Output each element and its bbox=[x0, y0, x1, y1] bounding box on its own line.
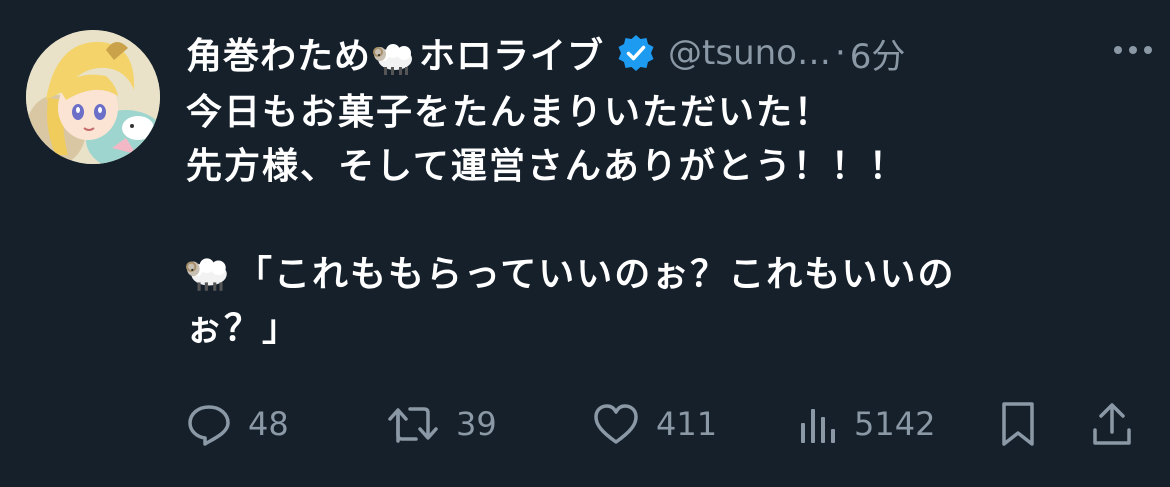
verified-badge-icon bbox=[618, 35, 654, 71]
author-name-part1: 角巻わため bbox=[186, 36, 372, 77]
tweet-text-line-4: 「これももらっていいのぉ？これもいいの bbox=[236, 254, 956, 295]
reply-button[interactable]: 48 bbox=[186, 398, 289, 450]
views-count: 5142 bbox=[854, 405, 936, 443]
tweet-text: 今日もお菓子をたんまりいただいた！ 先方様、そして運営さんありがとう！！！ 「こ… bbox=[186, 86, 1146, 356]
like-icon bbox=[594, 404, 638, 444]
reply-count: 48 bbox=[248, 405, 289, 443]
reply-icon bbox=[188, 405, 230, 446]
views-button[interactable]: 5142 bbox=[798, 398, 935, 450]
share-button[interactable] bbox=[1090, 398, 1134, 450]
avatar[interactable] bbox=[26, 30, 160, 164]
author-name-part2: ホロライブ bbox=[419, 36, 605, 77]
views-icon bbox=[801, 409, 835, 443]
sheep-emoji-icon bbox=[186, 258, 227, 291]
avatar-illustration bbox=[26, 30, 160, 164]
tweet-text-line-3 bbox=[186, 194, 1146, 248]
tweet-text-line-2: 先方様、そして運営さんありがとう！！！ bbox=[186, 146, 907, 187]
tweet-text-line-4-wrapper: 「これももらっていいのぉ？これもいいの bbox=[186, 248, 1146, 302]
tweet-content: 角巻わため ホロライブ @tsuno… · 6分 今日もお菓子をたんまりいただい… bbox=[186, 27, 1152, 356]
retweet-count: 39 bbox=[456, 405, 497, 443]
author-name[interactable]: 角巻わため ホロライブ bbox=[186, 27, 604, 79]
bookmark-button[interactable] bbox=[998, 398, 1038, 450]
share-icon bbox=[1093, 403, 1131, 445]
author-handle[interactable]: @tsuno… bbox=[668, 33, 831, 73]
bookmark-icon bbox=[1002, 402, 1034, 446]
tweet-header: 角巻わため ホロライブ @tsuno… · 6分 bbox=[186, 27, 1152, 79]
sheep-emoji-icon bbox=[373, 44, 413, 75]
tweet-timestamp[interactable]: 6分 bbox=[850, 29, 906, 78]
tweet-actions: 48 39 411 5142 bbox=[186, 398, 1146, 450]
tweet-text-line-5: ぉ？」 bbox=[186, 308, 301, 349]
separator-dot: · bbox=[834, 33, 846, 73]
tweet-card[interactable]: 角巻わため ホロライブ @tsuno… · 6分 今日もお菓子をたんまりいただい… bbox=[0, 0, 1170, 487]
more-options-icon[interactable] bbox=[1110, 40, 1156, 60]
retweet-button[interactable]: 39 bbox=[386, 398, 497, 450]
tweet-text-line-1: 今日もお菓子をたんまりいただいた！ bbox=[186, 92, 833, 133]
retweet-icon bbox=[388, 407, 438, 443]
like-button[interactable]: 411 bbox=[592, 398, 717, 450]
like-count: 411 bbox=[656, 405, 718, 443]
